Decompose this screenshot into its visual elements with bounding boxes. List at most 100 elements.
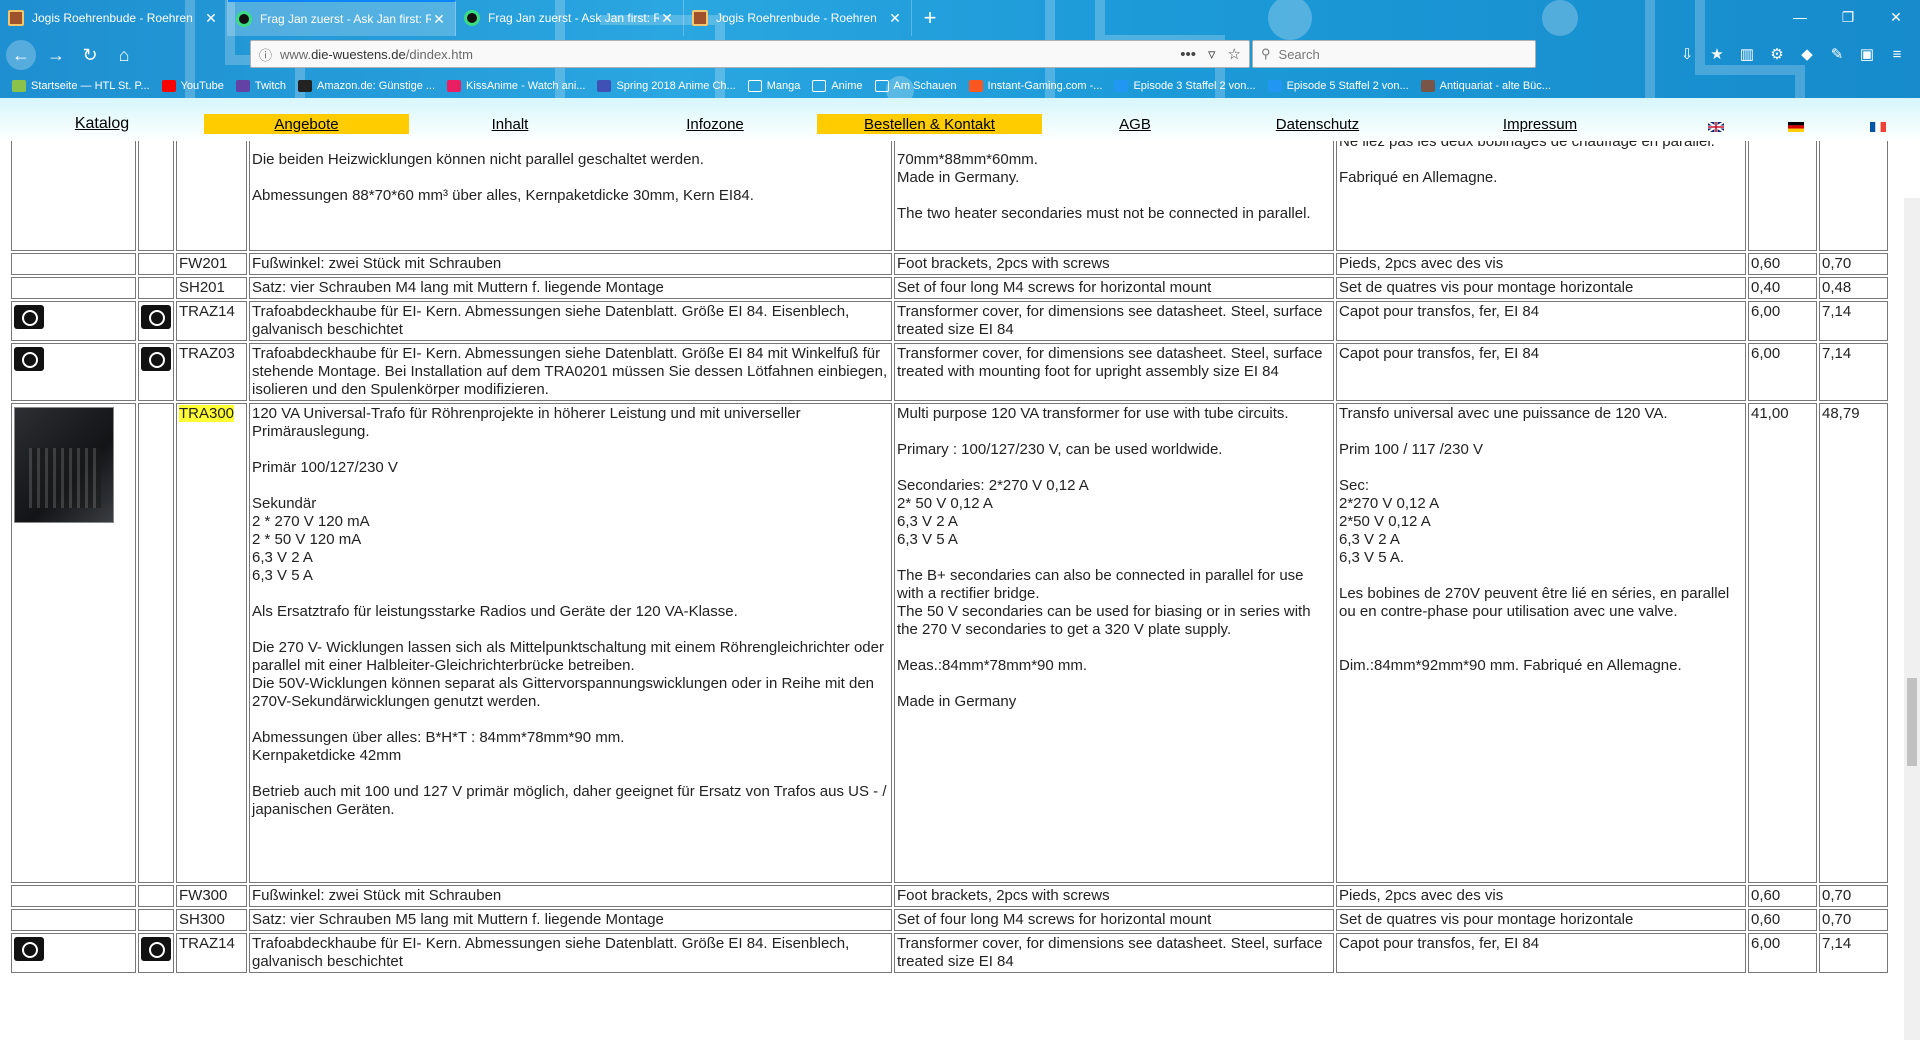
back-arrow-icon[interactable]: ← [6, 40, 36, 70]
transformer-photo[interactable] [14, 407, 114, 523]
description-en: Transformer cover, for dimensions see da… [894, 343, 1334, 401]
nav-katalog-link[interactable]: Katalog [62, 114, 142, 134]
price-gross: 0,70 [1819, 909, 1888, 931]
bookmark-folder[interactable]: Anime [812, 80, 863, 92]
nav-angebote-link[interactable]: Angebote [204, 114, 409, 134]
camera-icon[interactable] [141, 937, 171, 961]
datasheet-cell [138, 141, 174, 251]
price-gross: 0,70 [1819, 885, 1888, 907]
search-input[interactable]: ⚲ Search [1252, 40, 1536, 68]
camera-icon[interactable] [14, 347, 44, 371]
description-fr: Capot pour transfos, fer, EI 84 [1336, 301, 1746, 341]
pocket-icon[interactable]: ▿ [1208, 45, 1216, 63]
product-table: Die beiden Heizwicklungen können nicht p… [9, 141, 1890, 975]
table-row: FW300 Fußwinkel: zwei Stück mit Schrauben… [11, 885, 1888, 907]
bookmark-item[interactable]: Instant-Gaming.com -... [968, 80, 1102, 92]
camera-icon[interactable] [141, 347, 171, 371]
camera-icon[interactable] [141, 305, 171, 329]
nav-agb-link[interactable]: AGB [1095, 114, 1175, 134]
article-code-text: SH300 [179, 911, 225, 928]
bookmark-item[interactable]: KissAnime - Watch ani... [447, 80, 585, 92]
article-code: SH201 [176, 277, 247, 299]
bookmark-item[interactable]: Twitch [235, 80, 286, 92]
description-fr: Capot pour transfos, fer, EI 84 [1336, 933, 1746, 973]
browser-tab-4[interactable]: Jogis Roehrenbude - Roehren ✕ [684, 0, 912, 36]
askjan-favicon-icon [236, 11, 252, 27]
bookmark-item[interactable]: YouTube [161, 80, 224, 92]
description-en: 70mm*88mm*60mm. Made in Germany. The two… [894, 141, 1334, 251]
ublock-icon[interactable]: ◆ [1792, 45, 1822, 63]
bookmark-item[interactable]: Startseite — HTL St. P... [12, 80, 150, 92]
price-net: 6,00 [1748, 301, 1817, 341]
uk-flag-icon[interactable] [1708, 122, 1724, 132]
page-actions-icon[interactable]: ••• [1180, 46, 1196, 63]
article-code: FW300 [176, 885, 247, 907]
bookmark-item[interactable]: Episode 3 Staffel 2 von... [1114, 80, 1256, 92]
product-photo-cell [11, 301, 136, 341]
product-photo-cell [11, 885, 136, 907]
new-tab-button[interactable]: + [912, 0, 948, 36]
extension-icon[interactable]: ⚙ [1762, 45, 1792, 63]
toolbar-icons: ⇩ ★ ▥ ⚙ ◆ ✎ ▣ ≡ [1672, 40, 1912, 68]
article-code-text: TRAZ03 [179, 345, 235, 362]
browser-tab-1[interactable]: Jogis Roehrenbude - Roehren ✕ [0, 0, 228, 36]
tool-icon[interactable]: ✎ [1822, 45, 1852, 63]
restore-icon[interactable]: ❐ [1824, 0, 1872, 34]
nav-datenschutz-link[interactable]: Datenschutz [1260, 114, 1375, 134]
bookmark-folder[interactable]: Am Schauen [874, 80, 957, 92]
close-icon[interactable]: ✕ [659, 10, 675, 27]
article-code [176, 141, 247, 251]
close-icon[interactable]: ✕ [887, 10, 903, 27]
camera-icon[interactable] [14, 937, 44, 961]
tab-strip: Jogis Roehrenbude - Roehren ✕ Frag Jan z… [0, 0, 1920, 36]
article-code: TRA300 [176, 403, 247, 883]
url-bar[interactable]: ⓘ www.die-wuestens.de/dindex.htm ••• ▿ ☆ [250, 40, 1250, 68]
description-fr: Pieds, 2pcs avec des vis [1336, 885, 1746, 907]
browser-tab-2[interactable]: Frag Jan zuerst - Ask Jan first: R ✕ [228, 0, 456, 36]
product-photo-cell [11, 343, 136, 401]
scrollbar-thumb[interactable] [1907, 678, 1917, 766]
nav-inhalt-link[interactable]: Inhalt [460, 114, 560, 134]
datasheet-cell [138, 253, 174, 275]
library-icon[interactable]: ▥ [1732, 45, 1762, 63]
info-icon[interactable]: ⓘ [259, 45, 272, 64]
close-icon[interactable]: ✕ [431, 11, 447, 28]
bookmark-item[interactable]: Episode 5 Staffel 2 von... [1267, 80, 1409, 92]
price-gross: 7,14 [1819, 301, 1888, 341]
forward-arrow-icon[interactable]: → [42, 41, 70, 69]
bookmark-star-icon[interactable]: ☆ [1228, 45, 1241, 63]
description-en: Set of four long M4 screws for horizonta… [894, 277, 1334, 299]
bookmark-folder[interactable]: Manga [747, 80, 800, 92]
page-scrollbar[interactable] [1904, 198, 1920, 1040]
table-row: TRAZ03 Trafoabdeckhaube für EI- Kern. Abm… [11, 343, 1888, 401]
download-icon[interactable]: ⇩ [1672, 45, 1702, 63]
bookmarks-star-icon[interactable]: ★ [1702, 45, 1732, 63]
site-navigation: Katalog Angebote Inhalt Infozone Bestell… [0, 98, 1920, 141]
nav-impressum-link[interactable]: Impressum [1495, 114, 1585, 134]
browser-tab-3[interactable]: Frag Jan zuerst - Ask Jan first: R ✕ [456, 0, 684, 36]
german-flag-icon[interactable] [1788, 122, 1804, 132]
french-flag-icon[interactable] [1870, 122, 1886, 132]
bookmarks-toolbar: Startseite — HTL St. P... YouTube Twitch… [0, 74, 1920, 98]
url-text[interactable]: www.die-wuestens.de/dindex.htm [280, 47, 1168, 62]
nav-bestellen-kontakt-link[interactable]: Bestellen & Kontakt [817, 114, 1042, 134]
close-window-icon[interactable]: ✕ [1872, 0, 1920, 34]
bookmark-item[interactable]: Antiquariat - alte Büc... [1420, 80, 1551, 92]
sidebar-icon[interactable]: ▣ [1852, 45, 1882, 63]
bookmark-item[interactable]: Spring 2018 Anime Ch... [597, 80, 736, 92]
home-icon[interactable]: ⌂ [110, 41, 138, 69]
price-gross: 0,48 [1819, 277, 1888, 299]
nav-infozone-link[interactable]: Infozone [660, 114, 770, 134]
price-net: 0,60 [1748, 253, 1817, 275]
bookmark-item[interactable]: Amazon.de: Günstige ... [298, 80, 435, 92]
minimize-icon[interactable]: — [1776, 0, 1824, 34]
product-photo-cell [11, 403, 136, 883]
description-en: Transformer cover, for dimensions see da… [894, 301, 1334, 341]
reload-icon[interactable]: ↻ [76, 41, 104, 69]
close-icon[interactable]: ✕ [203, 10, 219, 27]
description-fr: Ne liez pas les deux bobinages de chauff… [1336, 141, 1746, 251]
menu-icon[interactable]: ≡ [1882, 46, 1912, 63]
product-photo-cell [11, 909, 136, 931]
camera-icon[interactable] [14, 305, 44, 329]
description-fr: Pieds, 2pcs avec des vis [1336, 253, 1746, 275]
